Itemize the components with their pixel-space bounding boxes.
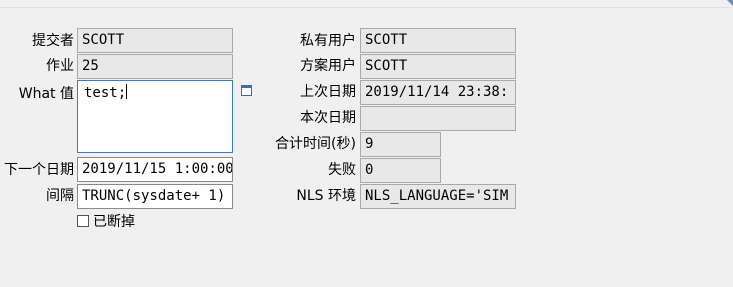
broken-label: 已断掉 (93, 214, 135, 230)
last-date-field[interactable]: 2019/11/14 23:38: (360, 80, 516, 105)
private-user-field[interactable]: SCOTT (360, 28, 516, 53)
failures-field[interactable]: 0 (360, 158, 441, 183)
what-textarea[interactable]: test; (77, 80, 233, 153)
this-date-field[interactable] (360, 106, 516, 131)
broken-checkbox[interactable] (77, 215, 89, 227)
nls-field[interactable]: NLS_LANGUAGE='SIM (360, 184, 516, 209)
nls-label: NLS 环境 (296, 188, 356, 204)
text-cursor (126, 84, 128, 99)
what-label: What 值 (18, 86, 74, 102)
next-date-field[interactable]: 2019/11/15 1:00:00 (77, 157, 233, 182)
edit-window-icon[interactable] (241, 85, 252, 96)
submitter-label: 提交者 (32, 33, 74, 49)
last-date-label: 上次日期 (300, 84, 356, 100)
interval-label: 间隔 (46, 188, 74, 204)
this-date-label: 本次日期 (300, 110, 356, 126)
schema-user-field[interactable]: SCOTT (360, 54, 516, 79)
private-user-label: 私有用户 (300, 33, 356, 49)
job-field[interactable]: 25 (77, 54, 233, 79)
job-label: 作业 (46, 58, 74, 74)
interval-field[interactable]: TRUNC(sysdate+ 1) (77, 184, 233, 209)
total-time-label: 合计时间(秒) (275, 136, 356, 152)
submitter-field[interactable]: SCOTT (77, 28, 233, 53)
total-time-field[interactable]: 9 (360, 132, 441, 157)
dropdown-caret-icon[interactable] (727, 0, 733, 12)
failures-label: 失败 (328, 162, 356, 178)
next-date-label: 下一个日期 (4, 162, 74, 178)
top-divider (0, 0, 733, 8)
what-text: test; (84, 85, 127, 101)
schema-user-label: 方案用户 (300, 58, 356, 74)
broken-checkbox-row[interactable]: 已断掉 (77, 210, 135, 235)
